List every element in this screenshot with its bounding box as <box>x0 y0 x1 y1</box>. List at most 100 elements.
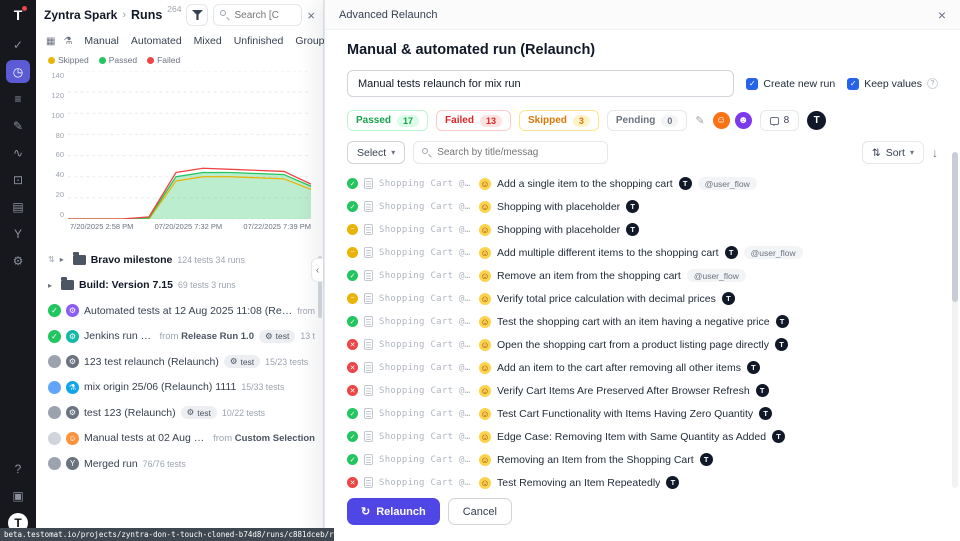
cancel-button[interactable]: Cancel <box>448 498 512 525</box>
select-dropdown[interactable]: Select ▾ <box>347 141 405 164</box>
tag-pill[interactable]: @user_flow <box>698 177 757 190</box>
expand-arrow-icon[interactable]: ▸ <box>48 281 56 290</box>
test-row[interactable]: Shopping Cart @… Edge Case: Removing Ite… <box>347 425 938 448</box>
runs-tree: ⇅ ▸ Bravo milestone 124 tests 34 runs ▸ … <box>36 231 323 541</box>
comments-filter[interactable]: 8 <box>760 110 800 131</box>
test-doc-icon <box>364 362 373 373</box>
edit-icon[interactable]: ✎ <box>695 114 704 127</box>
test-row[interactable]: Shopping Cart @… Verify total price calc… <box>347 287 938 310</box>
tests-icon[interactable]: ✓ <box>6 33 30 56</box>
compose-icon[interactable]: ✎ <box>6 114 30 137</box>
create-new-run-checkbox[interactable]: ✓ Create new run <box>746 78 835 90</box>
assignee-avatar[interactable]: T <box>666 476 679 489</box>
assignee-avatar[interactable]: T <box>775 338 788 351</box>
runs-tab[interactable]: Unfinished <box>234 35 284 47</box>
gallery-icon[interactable]: ▤ <box>6 195 30 218</box>
tree-folder[interactable]: ⇅ ▸ Bravo milestone 124 tests 34 runs <box>48 247 315 273</box>
branch-icon[interactable]: Y <box>6 222 30 245</box>
test-row[interactable]: Shopping Cart @… Add multiple different … <box>347 241 938 264</box>
tree-run[interactable]: ⚙ 123 test relaunch (Relaunch) ⚙test 15/… <box>48 349 315 375</box>
tree-run[interactable]: ✓ ⚙ Automated tests at 12 Aug 2025 11:08… <box>48 298 315 324</box>
test-row[interactable]: Shopping Cart @… Open the shopping cart … <box>347 333 938 356</box>
tree-run[interactable]: ⚗ mix origin 25/06 (Relaunch) 1111 15/33… <box>48 375 315 401</box>
test-row[interactable]: Shopping Cart @… Remove an item from the… <box>347 264 938 287</box>
pulse-icon[interactable]: ∿ <box>6 141 30 164</box>
sort-dropdown[interactable]: ⇅ Sort ▾ <box>862 141 924 164</box>
test-row[interactable]: Shopping Cart @… Test Removing an Item R… <box>347 471 938 490</box>
test-row[interactable]: Shopping Cart @… Shopping with placehold… <box>347 218 938 241</box>
assignee-avatar[interactable]: T <box>700 453 713 466</box>
emoji-face-icon <box>479 362 491 374</box>
runs-search[interactable] <box>213 4 302 26</box>
status-filter-chip[interactable]: Skipped3 <box>519 110 599 131</box>
sort-direction-button[interactable]: ↓ <box>932 146 938 160</box>
assignee-avatar[interactable]: T <box>626 223 639 236</box>
runs-icon[interactable]: ◷ <box>6 60 30 83</box>
tree-run[interactable]: ☺ Manual tests at 02 Aug 2025 13:38 from… <box>48 426 315 452</box>
modal-scrollbar[interactable] <box>952 152 958 488</box>
test-row[interactable]: Shopping Cart @… Verify Cart Items Are P… <box>347 379 938 402</box>
tree-run[interactable]: ✓ ⚙ Jenkins run (Relaunch) from Release … <box>48 324 315 350</box>
app-logo[interactable]: T <box>14 7 23 23</box>
flask-icon[interactable]: ⚗ <box>63 36 72 47</box>
tests-search[interactable] <box>413 141 608 164</box>
assignee-avatar[interactable]: T <box>679 177 692 190</box>
breadcrumb-page[interactable]: Runs <box>131 8 162 22</box>
assignee-avatar[interactable]: T <box>722 292 735 305</box>
assignee-avatar[interactable]: T <box>776 315 789 328</box>
test-row[interactable]: Shopping Cart @… Add a single item to th… <box>347 172 938 195</box>
tag-pill[interactable]: @user_flow <box>744 246 803 259</box>
filter-button[interactable] <box>186 4 208 26</box>
modal-scrollbar-thumb[interactable] <box>952 152 958 302</box>
status-filter-chip[interactable]: Passed17 <box>347 110 428 131</box>
test-row[interactable]: Shopping Cart @… Test Cart Functionality… <box>347 402 938 425</box>
reports-icon[interactable]: ≡ <box>6 87 30 110</box>
keep-values-checkbox[interactable]: ✓ Keep values ? <box>847 78 938 90</box>
chevron-down-icon: ▾ <box>391 148 395 157</box>
help-icon[interactable]: ? <box>6 457 30 480</box>
run-name-input[interactable] <box>347 70 734 97</box>
assignee-avatar[interactable]: T <box>759 407 772 420</box>
test-row[interactable]: Shopping Cart @… Shopping with placehold… <box>347 195 938 218</box>
tree-row-meta: 10/22 tests <box>222 408 265 418</box>
export-icon[interactable]: ⊡ <box>6 168 30 191</box>
status-filter-chip[interactable]: Pending0 <box>607 110 687 131</box>
assignee-avatar[interactable]: T <box>747 361 760 374</box>
test-title: Add a single item to the shopping cart <box>497 178 673 190</box>
close-modal-button[interactable]: × <box>938 7 946 23</box>
test-row[interactable]: Shopping Cart @… Test the shopping cart … <box>347 310 938 333</box>
orange-avatar-icon[interactable]: ☺ <box>713 112 730 129</box>
runs-search-input[interactable] <box>234 10 295 21</box>
expand-arrow-icon[interactable]: ▸ <box>60 255 68 264</box>
help-circle-icon[interactable]: ? <box>927 78 938 89</box>
grid-icon[interactable]: ▦ <box>46 36 55 47</box>
collapse-panel-button[interactable]: ‹ <box>311 258 323 282</box>
runs-tab[interactable]: Mixed <box>194 35 222 47</box>
drag-handle-icon[interactable]: ⇅ <box>48 255 55 264</box>
assignee-avatar[interactable]: T <box>725 246 738 259</box>
run-type-icon: Y <box>66 457 79 470</box>
settings-icon[interactable]: ⚙ <box>6 249 30 272</box>
runs-tab[interactable]: Manual <box>84 35 118 47</box>
runs-tab[interactable]: Automated <box>131 35 182 47</box>
relaunch-button[interactable]: ↻ Relaunch <box>347 498 440 525</box>
user-avatar[interactable]: T <box>807 111 826 130</box>
assignee-avatar[interactable]: T <box>756 384 769 397</box>
test-row[interactable]: Shopping Cart @… Add an item to the cart… <box>347 356 938 379</box>
docs-icon[interactable]: ▣ <box>6 484 30 507</box>
tag-pill[interactable]: @user_flow <box>687 269 746 282</box>
assignee-avatar[interactable]: T <box>772 430 785 443</box>
notification-dot <box>22 6 27 11</box>
tree-run[interactable]: ⚙ test 123 (Relaunch) ⚙test 10/22 tests <box>48 400 315 426</box>
tree-folder[interactable]: ▸ Build: Version 7.15 69 tests 3 runs <box>48 273 315 299</box>
purple-avatar-icon[interactable]: ☻ <box>735 112 752 129</box>
test-title: Test the shopping cart with an item havi… <box>497 316 770 328</box>
status-filter-chip[interactable]: Failed13 <box>436 110 511 131</box>
close-panel-button[interactable]: × <box>307 8 315 23</box>
test-row[interactable]: Shopping Cart @… Removing an Item from t… <box>347 448 938 471</box>
tests-search-input[interactable] <box>437 147 599 158</box>
tree-run[interactable]: Y Merged run 76/76 tests <box>48 451 315 477</box>
assignee-avatar[interactable]: T <box>626 200 639 213</box>
breadcrumb-project[interactable]: Zyntra Spark <box>44 8 117 22</box>
modal-footer: ↻ Relaunch Cancel <box>347 490 938 535</box>
